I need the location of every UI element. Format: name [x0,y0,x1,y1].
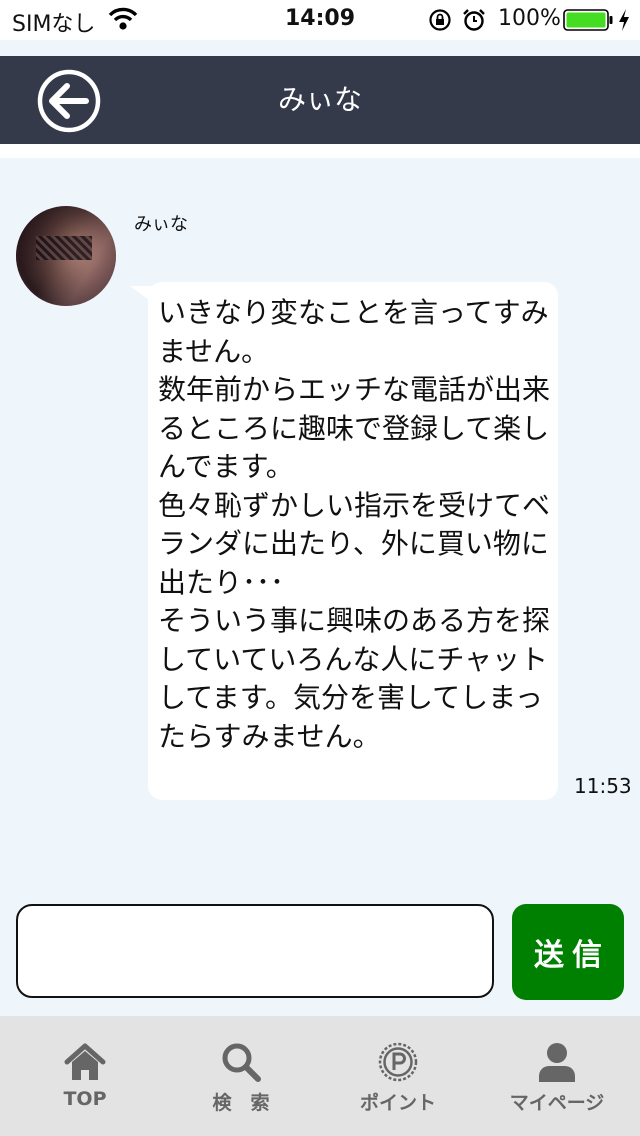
page-title: みぃな [277,83,362,116]
status-bar: SIMなし 14:09 100% [0,0,640,40]
tab-label: ポイント [359,1092,436,1114]
avatar[interactable] [16,206,116,306]
tab-top[interactable]: TOP [5,1016,165,1136]
bubble-tail [130,286,152,302]
tab-search[interactable]: 検 索 [161,1016,321,1136]
send-button[interactable]: 送信 [512,904,624,1000]
battery-icon [563,9,613,31]
tab-label: 検 索 [212,1092,270,1114]
tab-points[interactable]: ポイント [318,1016,478,1136]
battery-percent: 100% [498,6,561,31]
avatar-detail [36,236,92,260]
tab-label: TOP [63,1088,107,1110]
sender-name: みぃな [134,214,188,235]
rotation-lock-icon [429,9,451,31]
message-time: 11:53 [574,774,632,798]
search-icon [222,1043,261,1082]
tab-label: マイページ [509,1092,605,1114]
message-text: いきなり変なことを言ってすみません。 数年前からエッチな電話が出来るところに趣味… [158,296,551,753]
home-icon [64,1043,106,1080]
user-icon [539,1043,575,1082]
tab-mypage[interactable]: マイページ [477,1016,637,1136]
alarm-icon [463,9,485,31]
message-input[interactable] [16,904,494,998]
charging-icon [619,9,629,31]
chat-header: みぃな [0,56,640,144]
point-icon [378,1042,418,1082]
message-bubble: いきなり変なことを言ってすみません。 数年前からエッチな電話が出来るところに趣味… [130,282,558,800]
header-divider [0,144,640,158]
tab-bar: TOP 検 索 ポイント マイページ [0,1016,640,1136]
